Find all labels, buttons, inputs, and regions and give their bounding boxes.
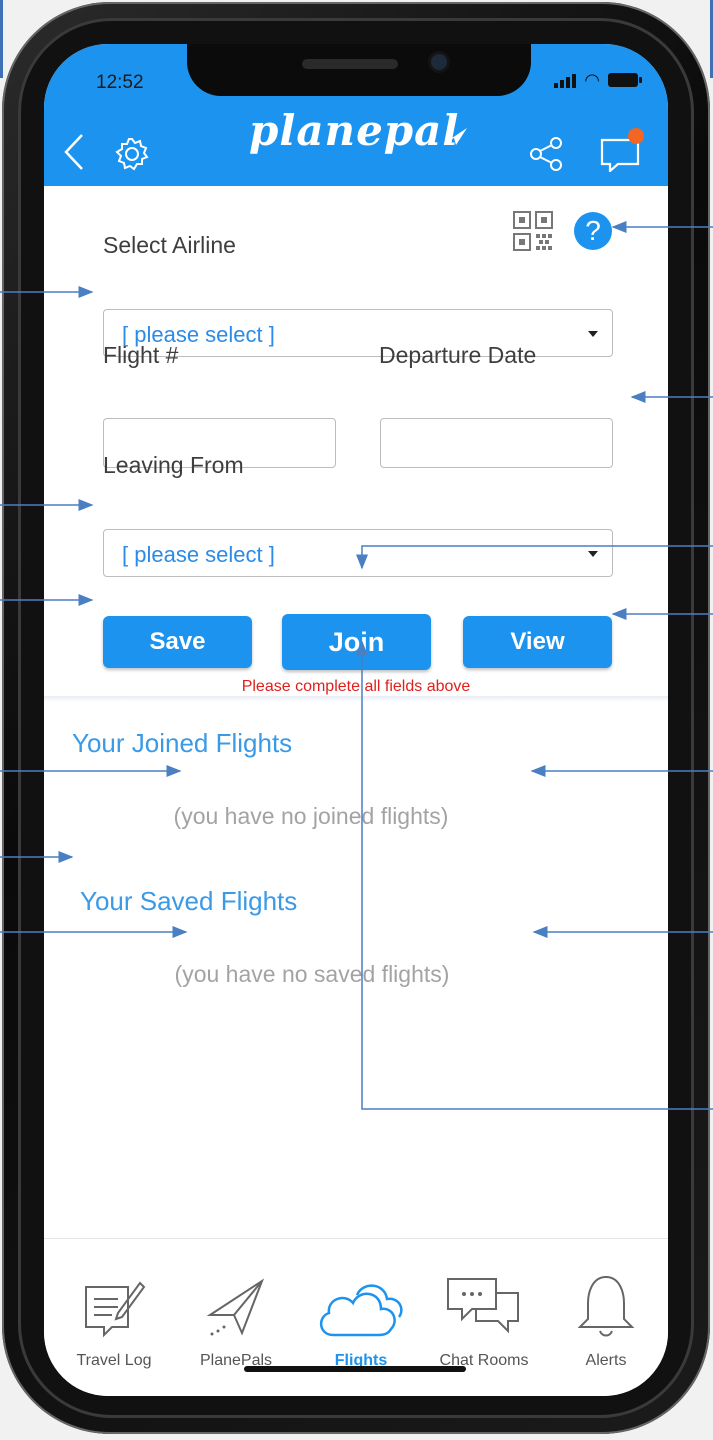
cloud-icon (320, 1284, 403, 1337)
saved-flights-empty: (you have no saved flights) (174, 961, 450, 987)
join-button[interactable]: Join (282, 614, 431, 670)
help-icon: ? (585, 215, 601, 246)
notebook-pencil-icon (85, 1281, 146, 1338)
chevron-down-icon (588, 331, 598, 337)
departure-date-label: Departure Date (379, 342, 537, 368)
app-logo: planepal (249, 106, 460, 155)
qr-code-icon[interactable] (512, 210, 554, 252)
bell-icon (577, 1275, 635, 1337)
leaving-from-label: Leaving From (103, 452, 244, 478)
section-divider (44, 696, 668, 702)
status-icons: ◠ (554, 70, 642, 90)
view-button[interactable]: View (463, 616, 612, 668)
flight-number-label: Flight # (103, 342, 179, 368)
airline-label: Select Airline (103, 232, 236, 258)
bottom-tab-bar: Travel Log PlanePals Flights Chat Rooms … (44, 1238, 668, 1396)
validation-warning: Please complete all fields above (241, 678, 471, 695)
signal-icon (554, 72, 577, 88)
tab-label: Travel Log (76, 1352, 152, 1369)
frame-edge-left (0, 0, 3, 78)
tab-flights[interactable]: Flights (299, 1239, 423, 1369)
departure-date-input[interactable] (380, 418, 613, 468)
paper-plane-icon (206, 1278, 265, 1336)
logo-plane-icon (443, 128, 467, 145)
saved-flights-title: Your Saved Flights (80, 886, 298, 916)
wifi-icon: ◠ (584, 70, 600, 90)
chat-bubbles-icon (447, 1278, 519, 1334)
help-button[interactable]: ? (574, 212, 612, 250)
chevron-down-icon (588, 551, 598, 557)
share-icon[interactable] (528, 136, 564, 172)
joined-flights-title: Your Joined Flights (72, 728, 293, 758)
home-indicator (244, 1366, 466, 1372)
notification-dot (628, 128, 644, 144)
gear-icon[interactable] (114, 136, 150, 172)
tab-travel-log[interactable]: Travel Log (52, 1239, 176, 1369)
phone-notch (187, 44, 531, 96)
status-time: 12:52 (96, 72, 144, 93)
tab-alerts[interactable]: Alerts (544, 1239, 668, 1369)
leaving-from-select[interactable]: [ please select ] (103, 529, 613, 577)
leaving-from-select-value: [ please select ] (122, 542, 275, 567)
speaker-grille (302, 59, 398, 69)
chat-icon[interactable] (598, 126, 648, 172)
tab-chat-rooms[interactable]: Chat Rooms (422, 1239, 546, 1369)
save-button[interactable]: Save (103, 616, 252, 668)
app-screen: 12:52 ◠ planepal ? Select Airline [plea… (44, 44, 668, 1396)
back-chevron-icon[interactable] (62, 132, 88, 172)
airline-select[interactable]: [ please select ] (103, 309, 613, 357)
app-header: 12:52 ◠ planepal (44, 44, 668, 186)
tab-planepals[interactable]: PlanePals (174, 1239, 298, 1369)
front-camera (431, 54, 447, 70)
joined-flights-empty: (you have no joined flights) (173, 803, 449, 829)
battery-icon (608, 73, 642, 87)
tab-label: Alerts (585, 1352, 627, 1369)
